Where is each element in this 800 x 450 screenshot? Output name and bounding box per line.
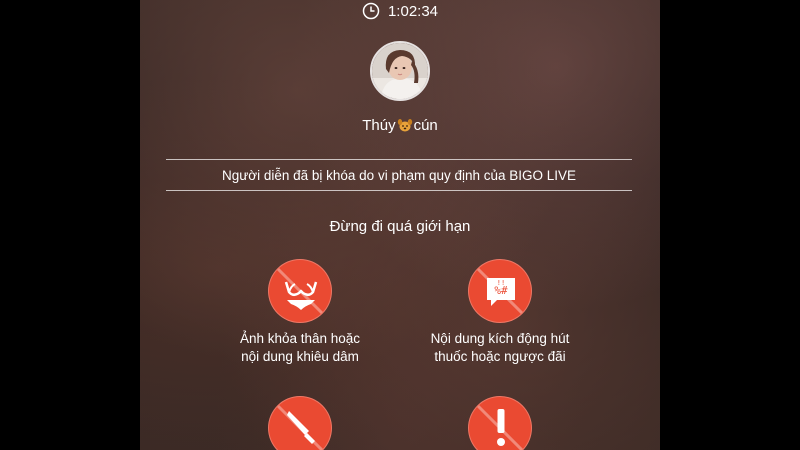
rule-icon-badge: %# !! — [468, 259, 532, 323]
rule-label: Ảnh khỏa thân hoặc nội dung khiêu dâm — [200, 330, 400, 366]
timer-text: 1:02:34 — [387, 2, 439, 20]
ban-notice-text: Người diễn đã bị khóa do vi phạm quy địn… — [221, 167, 577, 183]
name-part-1: Thúy — [362, 117, 396, 134]
rule-icon-badge — [268, 259, 332, 323]
ban-notice: Người diễn đã bị khóa do vi phạm quy địn… — [166, 159, 632, 191]
svg-text:!!: !! — [497, 279, 505, 287]
rule-smoking-abuse: %# !! Nội dung kích động hút thuốc hoặc … — [400, 259, 600, 366]
rule-icon-badge — [268, 396, 332, 450]
rule-other — [400, 396, 600, 450]
knife-icon — [275, 403, 325, 450]
rule-label-line-1: Ảnh khỏa thân hoặc — [239, 331, 361, 346]
chat-symbols-icon: %# !! — [475, 266, 527, 318]
rule-label-line-2: nội dung khiêu dâm — [241, 349, 359, 364]
dog-emoji-icon — [397, 119, 412, 132]
broadcaster-name: Thúy cún — [140, 117, 660, 134]
rule-label: Nội dung kích động hút thuốc hoặc ngược … — [400, 330, 600, 366]
lingerie-icon — [275, 266, 327, 318]
name-part-2: cún — [413, 117, 438, 134]
rule-violence — [200, 396, 400, 450]
clock-icon — [362, 2, 380, 20]
rule-icon-badge — [468, 396, 532, 450]
rule-label-line-2: thuốc hoặc ngược đãi — [434, 349, 566, 364]
exclamation-icon — [475, 403, 525, 450]
broadcaster-avatar[interactable] — [370, 41, 430, 101]
rule-label-line-1: Nội dung kích động hút — [430, 331, 570, 346]
live-ended-screen: 1:02:34 Thúy cún Người diễn đã bị khóa d… — [140, 0, 660, 450]
rules-title: Đừng đi quá giới hạn — [329, 218, 471, 235]
broadcast-timer: 1:02:34 — [140, 0, 660, 22]
rule-nudity: Ảnh khỏa thân hoặc nội dung khiêu dâm — [200, 259, 400, 366]
